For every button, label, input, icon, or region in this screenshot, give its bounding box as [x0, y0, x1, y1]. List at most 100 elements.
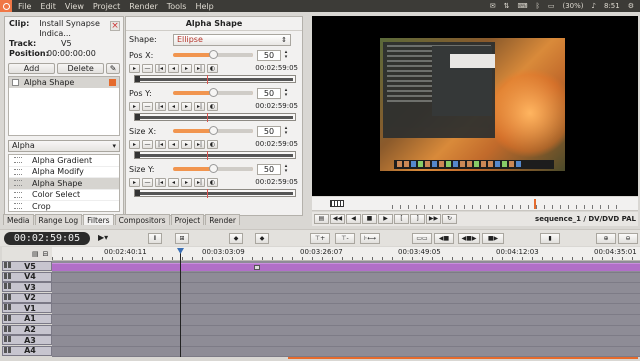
add-filter-button[interactable]: Add	[8, 63, 56, 74]
bluetooth-icon[interactable]: ᛒ	[536, 2, 540, 10]
next-keyframe-icon[interactable]: ◂	[168, 139, 179, 149]
spin-arrows-icon[interactable]: ▴ ▾	[282, 126, 290, 136]
tab-compositors[interactable]: Compositors	[114, 214, 170, 225]
mark-in-icon[interactable]: [	[394, 214, 409, 224]
slider-handle[interactable]	[209, 164, 218, 173]
menu-view[interactable]: View	[65, 2, 84, 11]
battery-icon[interactable]: ▭	[548, 2, 555, 10]
next-frame-icon[interactable]: ◐	[207, 177, 218, 187]
menu-help[interactable]: Help	[195, 2, 213, 11]
play-icon[interactable]: ▶	[378, 214, 393, 224]
first-keyframe-icon[interactable]: |◂	[155, 101, 166, 111]
insert-icon[interactable]: ◀■	[434, 233, 454, 244]
keyframe-track[interactable]	[134, 75, 296, 84]
rewind-icon[interactable]: ◀◀	[330, 214, 345, 224]
next-keyframe-icon[interactable]: ◂	[168, 177, 179, 187]
track-header-v2[interactable]: V2	[2, 292, 52, 303]
drag-handle-icon[interactable]	[14, 191, 22, 198]
param-slider[interactable]	[173, 50, 253, 59]
shape-select[interactable]: Ellipse ⇕	[173, 33, 291, 46]
next-keyframe-icon[interactable]: ◂	[168, 101, 179, 111]
edit-icon[interactable]: ✎	[106, 63, 120, 74]
keyframe-marker[interactable]	[135, 190, 140, 196]
lock-icon[interactable]: ⊟	[43, 250, 49, 258]
timecode-display[interactable]: 00:02:59:05	[4, 231, 90, 245]
lift-icon[interactable]: ◀■▶	[458, 233, 480, 244]
timeline-tracks[interactable]	[52, 261, 640, 358]
roll-tool-icon[interactable]: ⊤-	[335, 233, 355, 244]
filter-category-select[interactable]: Alpha ▾	[8, 140, 120, 152]
track-header-v4[interactable]: V4	[2, 271, 52, 282]
tab-render[interactable]: Render	[205, 214, 240, 225]
playhead-line[interactable]	[180, 248, 181, 358]
next-keyframe-icon[interactable]: ◂	[168, 63, 179, 73]
track-header-v5[interactable]: V5	[2, 261, 52, 271]
next-frame-icon[interactable]: ◐	[207, 101, 218, 111]
forward-icon[interactable]: ▶▶	[426, 214, 441, 224]
track-toggle-icon[interactable]	[3, 283, 17, 291]
param-slider[interactable]	[173, 164, 253, 173]
add-keyframe-icon[interactable]: —	[142, 139, 153, 149]
drag-handle-icon[interactable]	[14, 203, 22, 210]
next-edit-icon[interactable]: ◆	[255, 233, 269, 244]
track-toggle-icon[interactable]	[3, 346, 17, 355]
settings-icon[interactable]: ⚙	[628, 2, 634, 10]
keyframe-track[interactable]	[134, 113, 296, 122]
network-icon[interactable]: ⇅	[504, 2, 510, 10]
track-toggle-icon[interactable]	[3, 314, 17, 323]
tab-filters[interactable]: Filters	[83, 214, 114, 225]
timeline-clip[interactable]	[52, 263, 640, 271]
slider-handle[interactable]	[209, 88, 218, 97]
extract-icon[interactable]: ■▶	[482, 233, 504, 244]
param-value-field[interactable]: 50	[257, 163, 281, 175]
track-toggle-icon[interactable]	[3, 304, 17, 312]
film-icon[interactable]	[330, 200, 344, 207]
add-keyframe-icon[interactable]: —	[142, 101, 153, 111]
slip-tool-icon[interactable]: ⊦⟷	[360, 233, 380, 244]
prev-frame-icon[interactable]: ▸|	[194, 139, 205, 149]
drag-handle-icon[interactable]	[14, 168, 22, 175]
track-toggle-icon[interactable]	[3, 272, 17, 281]
applied-filter-item[interactable]: Alpha Shape	[9, 77, 119, 88]
prev-frame-icon[interactable]: ▸|	[194, 177, 205, 187]
menu-edit[interactable]: Edit	[40, 2, 56, 11]
monitor-ruler[interactable]	[312, 197, 638, 211]
next-frame-icon[interactable]: ◐	[207, 139, 218, 149]
menu-file[interactable]: File	[18, 2, 31, 11]
first-keyframe-icon[interactable]: |◂	[155, 139, 166, 149]
spin-arrows-icon[interactable]: ▴ ▾	[282, 88, 290, 98]
overwrite-icon[interactable]: ▭▭	[412, 233, 432, 244]
checkbox[interactable]	[12, 79, 19, 86]
prev-keyframe-icon[interactable]: ▸	[129, 139, 140, 149]
keyframe-marker[interactable]	[135, 76, 140, 82]
spin-arrows-icon[interactable]: ▴ ▾	[282, 164, 290, 174]
delete-filter-button[interactable]: Delete	[57, 63, 105, 74]
available-filter-item[interactable]: Alpha Modify	[9, 167, 119, 178]
mail-icon[interactable]: ✉	[490, 2, 496, 10]
param-value-field[interactable]: 50	[257, 49, 281, 61]
marker-icon[interactable]: ▮	[540, 233, 560, 244]
next-frame-icon[interactable]: ◐	[207, 63, 218, 73]
track-header-a4[interactable]: A4	[2, 345, 52, 356]
prev-keyframe-icon[interactable]: ▸	[129, 63, 140, 73]
param-value-field[interactable]: 50	[257, 87, 281, 99]
keyframe-marker[interactable]	[135, 152, 140, 158]
first-keyframe-icon[interactable]: |◂	[155, 63, 166, 73]
track-toggle-icon[interactable]	[3, 336, 17, 344]
tab-project[interactable]: Project	[170, 214, 205, 225]
prev-edit-icon[interactable]: ◆	[229, 233, 243, 244]
param-value-field[interactable]: 50	[257, 125, 281, 137]
loop-icon[interactable]: ↻	[442, 214, 457, 224]
timeline-ruler[interactable]: 00:02:40:11 00:03:03:09 00:03:26:07 00:03:4…	[52, 247, 640, 261]
menu-render[interactable]: Render	[129, 2, 157, 11]
monitor-menu-icon[interactable]: ▤	[314, 214, 329, 224]
track-toggle-icon[interactable]	[3, 293, 17, 302]
drag-handle-icon[interactable]	[14, 157, 22, 164]
play-icon[interactable]: ▶▾	[98, 233, 108, 242]
menu-project[interactable]: Project	[93, 2, 120, 11]
menu-tools[interactable]: Tools	[167, 2, 187, 11]
keyboard-icon[interactable]: ⌨	[518, 2, 528, 10]
track-header-a3[interactable]: A3	[2, 335, 52, 346]
track-header-a2[interactable]: A2	[2, 324, 52, 335]
zoom-out-icon[interactable]: ⊖	[618, 233, 638, 244]
